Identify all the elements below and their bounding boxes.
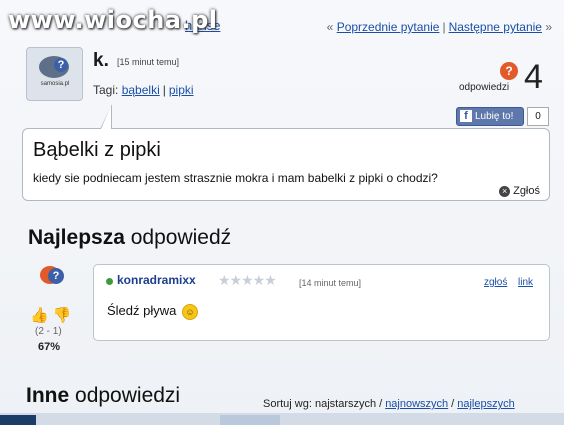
online-status-icon xyxy=(106,278,113,285)
vote-controls: 👍 👎 xyxy=(30,306,71,324)
report-question-link[interactable]: × Zgłoś xyxy=(499,185,540,197)
like-count: 0 xyxy=(527,107,549,126)
answer-text: Śledź pływa ☺ xyxy=(107,303,198,320)
vote-percent: 67% xyxy=(38,341,61,353)
sort-best[interactable]: najlepszych xyxy=(457,398,514,410)
best-answer-box: konradramixx ★★★★★ [14 minut temu] zgłoś… xyxy=(93,264,550,341)
question-mark-icon: ? xyxy=(54,58,68,72)
report-answer-link[interactable]: zgłoś xyxy=(484,277,507,288)
next-question-link[interactable]: Następne pytanie xyxy=(449,20,542,34)
close-icon: × xyxy=(499,185,511,197)
watermark: www.wiocha.pl xyxy=(8,6,218,34)
chevron-right-icon: » xyxy=(545,20,552,34)
answer-permalink[interactable]: link xyxy=(518,277,533,288)
like-label: Lubię to! xyxy=(475,111,514,122)
question-navigation: « Poprzednie pytanie | Następne pytanie » xyxy=(326,20,552,34)
chevron-left-icon: « xyxy=(326,20,334,34)
sort-controls: Sortuj wg: najstarszych / najnowszych / najl… xyxy=(263,398,515,410)
question-box: Bąbelki z pipki kiedy sie podniecam jest… xyxy=(22,128,550,201)
author-avatar[interactable]: ? samosia.pl xyxy=(26,47,83,101)
facebook-icon: f xyxy=(460,110,472,122)
smiley-icon: ☺ xyxy=(182,304,198,320)
page: hanse www.wiocha.pl « Poprzednie pytanie… xyxy=(0,0,564,425)
question-mark-icon: ? xyxy=(48,268,64,284)
tags: Tagi: bąbelki | pipki xyxy=(93,83,194,97)
tags-label: Tagi: xyxy=(93,83,119,97)
question-title: Bąbelki z pipki xyxy=(33,139,161,161)
best-answer-heading: Najlepsza odpowiedź xyxy=(28,226,232,249)
answers-label: odpowiedzi xyxy=(459,82,510,93)
taskbar-item[interactable] xyxy=(220,415,280,425)
sort-oldest[interactable]: najstarszych xyxy=(315,398,376,410)
question-time: [15 minut temu] xyxy=(117,57,180,67)
answer-author-avatar[interactable]: ? xyxy=(40,266,66,288)
answers-icon: ? xyxy=(500,62,518,80)
avatar-caption: samosia.pl xyxy=(40,81,70,87)
vote-tally: (2 - 1) xyxy=(35,326,62,337)
other-answers-heading: Inne odpowiedzi xyxy=(26,384,181,407)
sort-label: Sortuj wg: xyxy=(263,398,312,410)
speech-bubble-tail-fill xyxy=(101,106,111,129)
taskbar xyxy=(0,413,564,425)
sort-newest[interactable]: najnowszych xyxy=(385,398,448,410)
rating-stars-icon: ★★★★★ xyxy=(218,272,277,288)
tag-link[interactable]: bąbelki xyxy=(122,83,160,97)
answer-author[interactable]: konradramixx xyxy=(117,273,196,287)
answers-count: 4 xyxy=(524,58,543,96)
facebook-like-button[interactable]: f Lubię to! xyxy=(456,107,524,126)
question-author[interactable]: k. xyxy=(93,50,109,72)
start-button[interactable] xyxy=(0,415,36,425)
thumbs-down-icon[interactable]: 👎 xyxy=(53,307,72,324)
thumbs-up-icon[interactable]: 👍 xyxy=(30,307,49,324)
answer-time: [14 minut temu] xyxy=(299,278,362,288)
question-body: kiedy sie podniecam jestem strasznie mok… xyxy=(33,171,438,185)
tag-link[interactable]: pipki xyxy=(169,83,194,97)
prev-question-link[interactable]: Poprzednie pytanie xyxy=(337,20,440,34)
